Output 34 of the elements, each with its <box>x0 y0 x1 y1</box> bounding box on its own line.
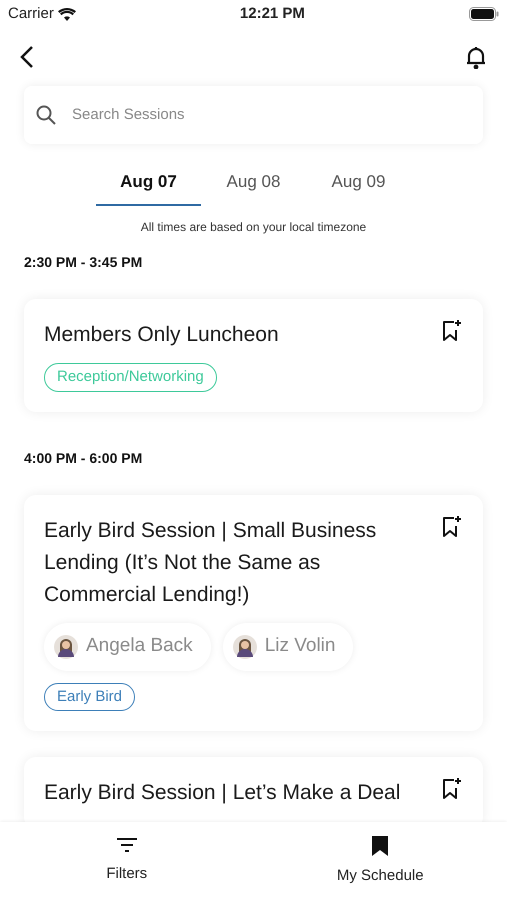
session-card[interactable]: Early Bird Session | Small Business Lending (It’s Not the Same as Commercial Lending!) Angela Back Liz Volin Early Bird <box>24 494 483 731</box>
nav-tab[interactable]: My Schedule <box>254 822 507 900</box>
notification-bell-icon[interactable] <box>465 45 487 69</box>
time-range: 4:00 PM - 6:00 PM <box>23 448 144 468</box>
avatar-icon <box>54 634 78 658</box>
session-title: Early Bird Session | Let’s Make a Deal <box>44 780 402 806</box>
time-range: 2:30 PM - 3:45 PM <box>23 253 144 272</box>
battery-icon <box>468 7 499 21</box>
filter-icon <box>116 836 138 855</box>
speaker-name: Angela Back <box>86 634 194 658</box>
avatar-icon <box>232 634 257 658</box>
session-title: Early Bird Session | Small Business Lending (It’s Not the Same as Commercial Lending!) <box>44 518 378 608</box>
search-field[interactable]: Search Sessions <box>24 86 483 144</box>
nav-tab[interactable]: Filters <box>0 822 254 900</box>
session-card[interactable]: Members Only Luncheon Reception/Networking <box>24 299 483 412</box>
session-title: Members Only Luncheon <box>44 322 280 348</box>
date-tab[interactable]: Aug 09 <box>306 160 411 206</box>
bookmark-add-icon[interactable] <box>441 319 463 343</box>
back-icon[interactable] <box>20 45 34 69</box>
date-tab[interactable]: Aug 07 <box>96 160 201 206</box>
timezone-note: All times are based on your local timezone <box>140 219 368 236</box>
wifi-icon <box>58 8 76 20</box>
search-icon <box>36 105 56 125</box>
bookmark-add-icon[interactable] <box>441 777 463 801</box>
search-input[interactable]: Search Sessions <box>72 104 471 126</box>
bookmark-icon <box>371 834 390 857</box>
carrier-label: Carrier <box>8 4 54 24</box>
category-tag: Early Bird <box>44 682 136 711</box>
date-tab[interactable]: Aug 08 <box>201 160 306 206</box>
category-tag: Reception/Networking <box>44 363 217 392</box>
bookmark-add-icon[interactable] <box>441 514 463 538</box>
session-card[interactable]: Early Bird Session | Let’s Make a Deal <box>24 757 483 822</box>
speaker-name: Liz Volin <box>264 634 336 658</box>
clock-time: 12:21 PM <box>240 4 305 24</box>
